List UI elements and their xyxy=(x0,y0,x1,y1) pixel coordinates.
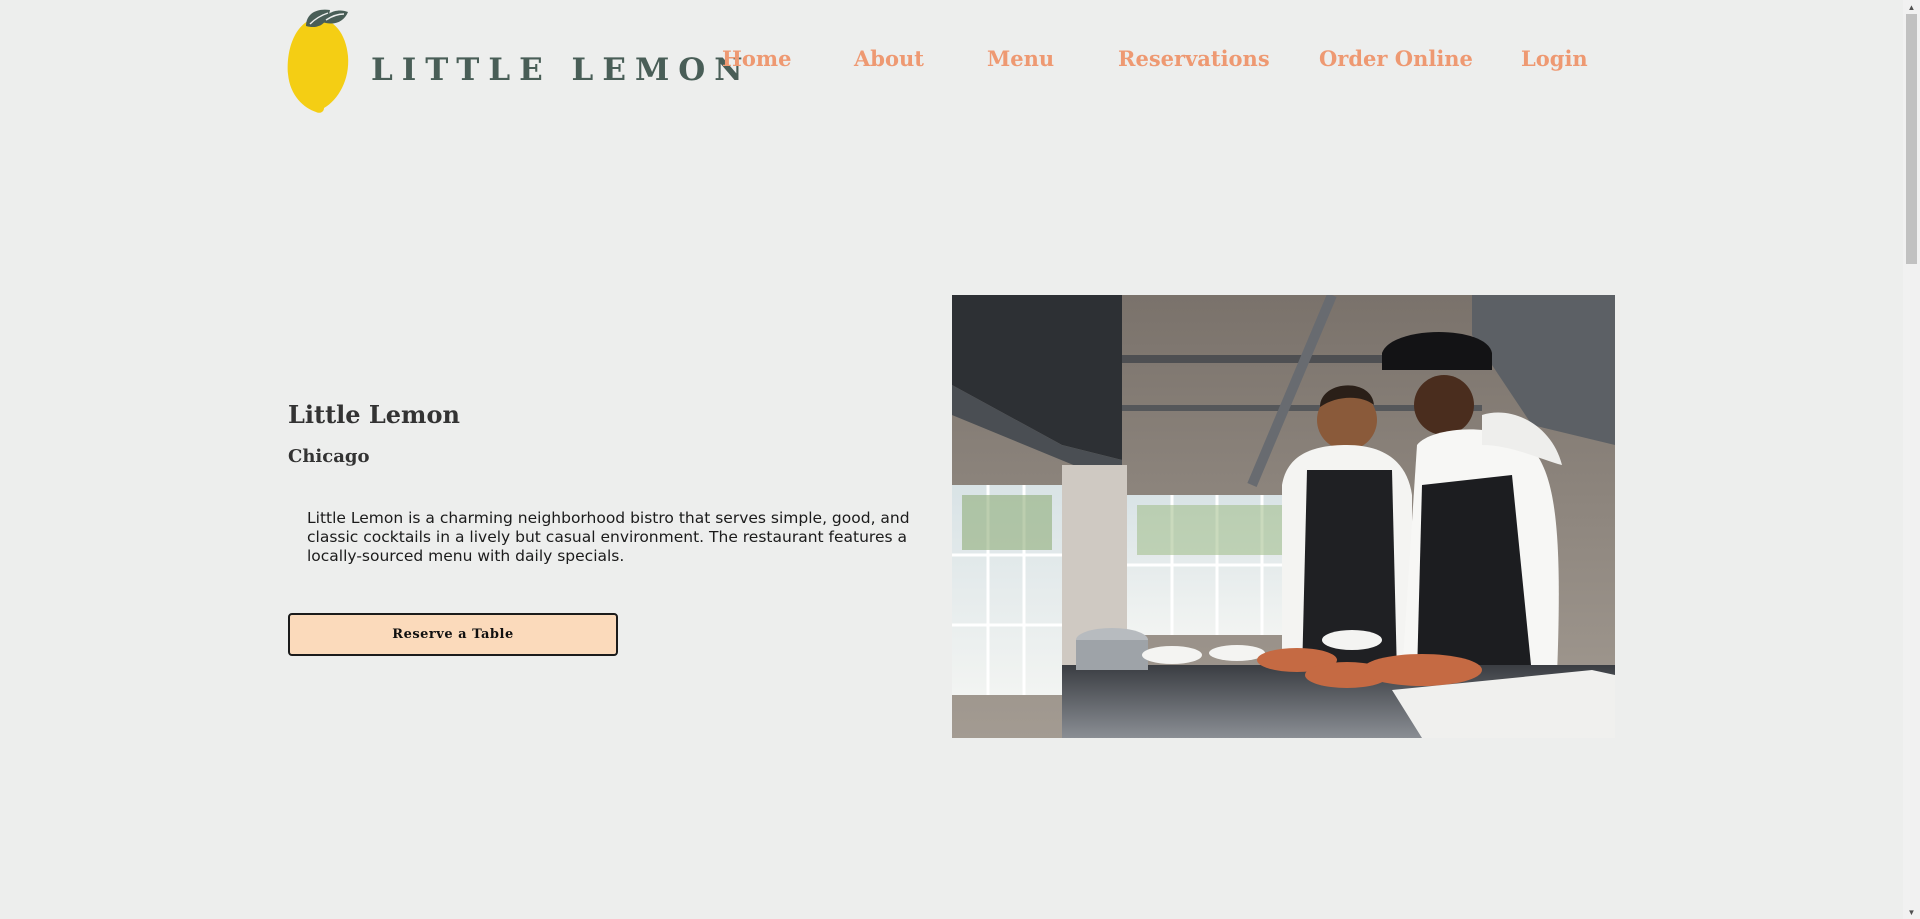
arrow-down-icon[interactable]: ▼ xyxy=(1903,905,1920,919)
nav-home[interactable]: Home xyxy=(722,46,791,71)
hero-description: Little Lemon is a charming neighborhood … xyxy=(307,509,910,565)
photo-illustration xyxy=(952,295,1615,738)
arrow-up-icon[interactable]: ▲ xyxy=(1903,0,1920,14)
scrollbar-thumb[interactable] xyxy=(1906,14,1917,264)
nav-order-online[interactable]: Order Online xyxy=(1319,46,1473,71)
nav-menu[interactable]: Menu xyxy=(987,46,1054,71)
nav-about[interactable]: About xyxy=(854,46,924,71)
page-scrollbar[interactable]: ▲ ▼ xyxy=(1903,0,1920,919)
nav-reservations[interactable]: Reservations xyxy=(1118,46,1270,71)
brand-name: LITTLE LEMON xyxy=(371,52,752,88)
hero-title: Little Lemon xyxy=(288,400,460,429)
logo-link[interactable]: LITTLE LEMON xyxy=(286,8,743,114)
reserve-table-button[interactable]: Reserve a Table xyxy=(288,613,618,656)
lemon-icon xyxy=(287,9,349,113)
site-header: LITTLE LEMON Home About Menu Reservation… xyxy=(0,0,1920,120)
nav-login[interactable]: Login xyxy=(1521,46,1588,71)
chefs-kitchen-photo xyxy=(952,295,1615,738)
hero-subtitle: Chicago xyxy=(288,446,370,467)
